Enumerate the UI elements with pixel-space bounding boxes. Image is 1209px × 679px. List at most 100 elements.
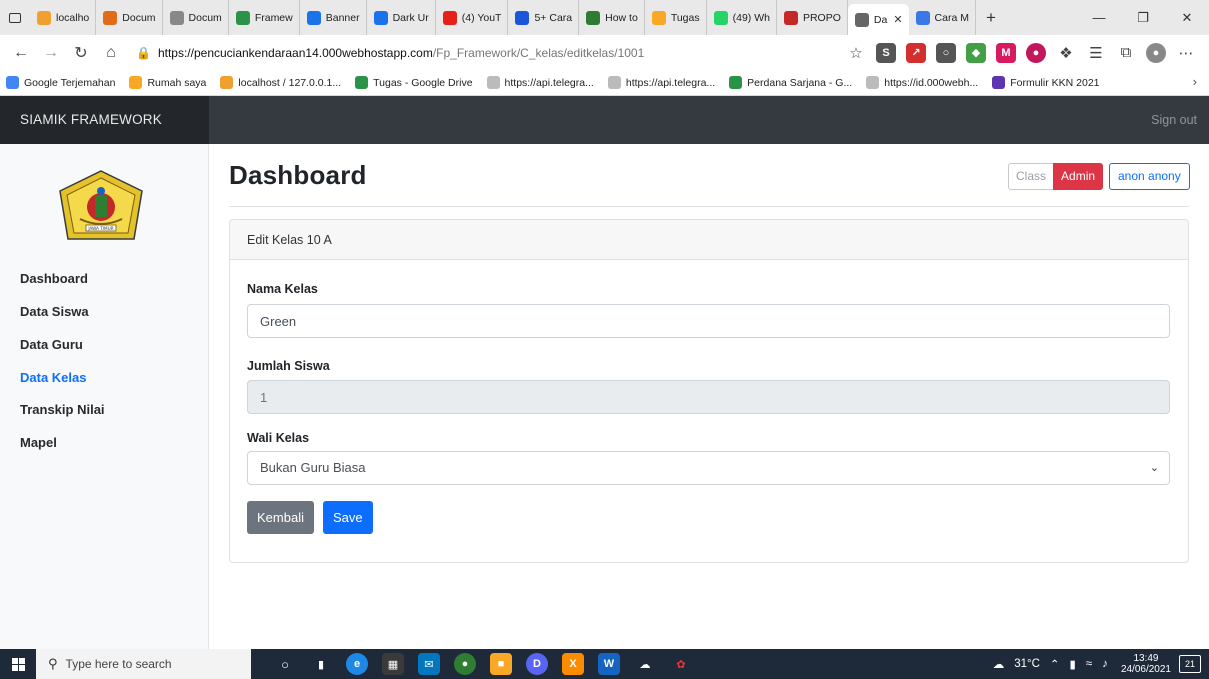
tab-label: Dark Ur <box>392 11 429 24</box>
sidebar-item-transkip-nilai[interactable]: Transkip Nilai <box>20 402 105 417</box>
volume-icon[interactable]: ♪ <box>1102 658 1108 670</box>
sidebar-item-data-kelas[interactable]: Data Kelas <box>20 370 86 385</box>
wali-kelas-select[interactable]: Bukan Guru Biasa ⌄ <box>247 451 1170 485</box>
edit-class-card: Edit Kelas 10 A Nama Kelas Jumlah Siswa … <box>229 219 1189 563</box>
forward-arrow-icon[interactable]: → <box>36 38 66 68</box>
sidebar-item-data-siswa[interactable]: Data Siswa <box>20 304 89 319</box>
minimize-icon[interactable]: — <box>1077 0 1121 35</box>
browser-tab[interactable]: Cara M <box>909 0 976 35</box>
close-tab-icon[interactable]: ✕ <box>893 13 902 26</box>
network-icon[interactable]: ≈ <box>1086 658 1092 670</box>
edge-browser-icon[interactable]: e <box>346 653 368 675</box>
browser-tab[interactable]: Docum <box>163 0 229 35</box>
extension-arrow-icon[interactable]: ↗ <box>906 42 926 63</box>
extensions-toolbar: ☆ S ↗ ○ ◆ M ● ❖ ☰ ⧉ ● ⋯ <box>841 35 1201 70</box>
browser-tab[interactable]: PROPO <box>777 0 848 35</box>
windows-start-icon[interactable] <box>0 649 36 679</box>
tab-label: PROPO <box>802 11 841 24</box>
app-cloud-icon[interactable]: ☁ <box>634 653 656 675</box>
weather-cloud-icon: ☁ <box>992 659 1005 671</box>
save-button[interactable]: Save <box>323 501 373 534</box>
browser-tab[interactable]: Framew <box>229 0 300 35</box>
cortana-icon[interactable]: ○ <box>274 653 296 675</box>
back-button[interactable]: Kembali <box>247 501 314 534</box>
bookmark-item[interactable]: localhost / 127.0.0.1... <box>220 76 341 89</box>
browser-tab[interactable]: Da ✕ <box>847 4 909 35</box>
extension-record-icon[interactable]: ● <box>1026 42 1046 63</box>
extension-m-icon[interactable]: M <box>996 42 1016 63</box>
bookmark-label: https://api.telegra... <box>504 76 594 89</box>
bookmark-item[interactable]: Tugas - Google Drive <box>355 76 473 89</box>
word-icon[interactable]: W <box>598 653 620 675</box>
browser-tab[interactable]: 5+ Cara <box>508 0 580 35</box>
favorites-list-icon[interactable]: ☰ <box>1086 43 1106 63</box>
mail-icon[interactable]: ✉ <box>418 653 440 675</box>
user-button[interactable]: anon anony <box>1109 163 1190 190</box>
profile-avatar-icon[interactable]: ● <box>1146 42 1166 63</box>
browser-tab[interactable]: (4) YouT <box>436 0 509 35</box>
brand-title[interactable]: SIAMIK FRAMEWORK <box>0 96 209 144</box>
browser-tab[interactable]: Dark Ur <box>367 0 436 35</box>
xampp-icon[interactable]: X <box>562 653 584 675</box>
bookmark-item[interactable]: https://api.telegra... <box>486 76 594 89</box>
bookmark-item[interactable]: Rumah saya <box>129 76 206 89</box>
sign-out-link[interactable]: Sign out <box>1151 96 1197 144</box>
bookmarks-more-icon[interactable]: › <box>1193 74 1197 89</box>
discord-icon[interactable]: D <box>526 653 548 675</box>
back-arrow-icon[interactable]: ← <box>6 38 36 68</box>
bookmark-label: Formulir KKN 2021 <box>1010 76 1100 89</box>
tab-label: Tugas <box>670 11 700 24</box>
store-icon[interactable]: ▦ <box>382 653 404 675</box>
browser-tab[interactable]: Banner <box>300 0 367 35</box>
class-button[interactable]: Class <box>1008 163 1054 190</box>
browser-tab[interactable]: Docum <box>96 0 163 35</box>
collections-icon[interactable]: ⧉ <box>1116 43 1136 63</box>
clock[interactable]: 13:49 24/06/2021 <box>1121 653 1171 675</box>
admin-button[interactable]: Admin <box>1053 163 1104 190</box>
tab-favicon-icon <box>169 10 184 25</box>
bookmark-favicon-icon <box>355 76 369 89</box>
sidebar-item-data-guru[interactable]: Data Guru <box>20 337 83 352</box>
extension-s-icon[interactable]: S <box>876 42 896 63</box>
tab-label: Banner <box>325 11 360 24</box>
task-view-icon[interactable]: ▮ <box>310 653 332 675</box>
browser-tab[interactable]: How to <box>579 0 645 35</box>
bookmark-item[interactable]: https://api.telegra... <box>607 76 715 89</box>
notifications-icon[interactable]: 21 <box>1179 655 1201 673</box>
taskbar-search-input[interactable]: ⚲ Type here to search <box>36 649 251 679</box>
battery-icon[interactable]: ▮ <box>1070 657 1076 671</box>
notification-count: 21 <box>1184 659 1195 669</box>
url-field[interactable]: 🔒 https://pencuciankendaraan14.000webhos… <box>136 40 676 66</box>
temperature[interactable]: 31°C <box>1014 658 1040 670</box>
browser-tab[interactable]: (49) Wh <box>707 0 777 35</box>
tab-label: Docum <box>188 11 222 24</box>
extension-color-icon[interactable]: ◆ <box>966 42 986 63</box>
restore-icon[interactable]: ❐ <box>1121 0 1165 35</box>
sidebar-item-mapel[interactable]: Mapel <box>20 435 57 450</box>
bookmark-item[interactable]: Formulir KKN 2021 <box>992 76 1100 89</box>
tab-actions-icon[interactable] <box>0 0 30 35</box>
system-tray: ☁ 31°C ⌃ ▮ ≈ ♪ 13:49 24/06/2021 21 <box>988 649 1209 679</box>
extension-chat-icon[interactable]: ○ <box>936 42 956 63</box>
close-window-icon[interactable]: ✕ <box>1165 0 1209 35</box>
tray-expand-icon[interactable]: ⌃ <box>1050 657 1060 671</box>
home-icon[interactable]: ⌂ <box>96 38 126 68</box>
app-flower-icon[interactable]: ✿ <box>670 653 692 675</box>
bookmark-item[interactable]: Perdana Sarjana - G... <box>729 76 852 89</box>
chrome-icon[interactable]: ● <box>454 653 476 675</box>
refresh-icon[interactable]: ↻ <box>66 38 96 68</box>
more-menu-icon[interactable]: ⋯ <box>1176 43 1196 63</box>
extension-puzzle-icon[interactable]: ❖ <box>1056 43 1076 63</box>
nama-kelas-input[interactable] <box>247 304 1170 338</box>
browser-tab[interactable]: localho <box>30 0 97 35</box>
clock-time: 13:49 <box>1133 653 1159 664</box>
favorite-star-icon[interactable]: ☆ <box>846 43 866 63</box>
bookmark-label: Rumah saya <box>147 76 207 89</box>
file-explorer-icon[interactable]: ■ <box>490 653 512 675</box>
top-navbar: SIAMIK FRAMEWORK Sign out <box>0 96 1209 144</box>
sidebar-item-dashboard[interactable]: Dashboard <box>20 271 88 286</box>
browser-tab[interactable]: Tugas <box>645 0 707 35</box>
new-tab-button[interactable]: + <box>976 8 1006 28</box>
bookmark-item[interactable]: Google Terjemahan <box>6 76 115 89</box>
bookmark-item[interactable]: https://id.000webh... <box>866 76 978 89</box>
